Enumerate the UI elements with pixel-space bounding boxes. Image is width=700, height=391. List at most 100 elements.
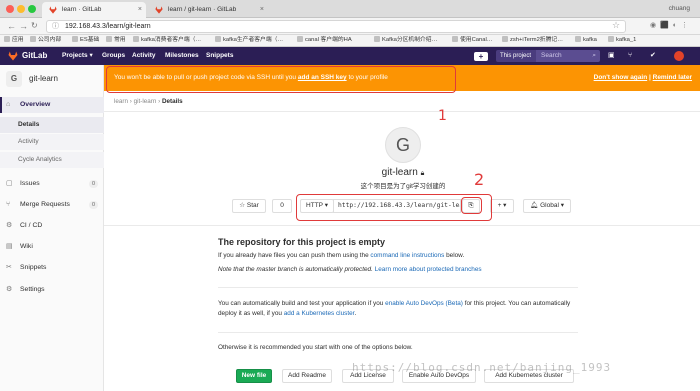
search-input[interactable]: Search ⌕ bbox=[536, 50, 600, 62]
sidebar-item-label: Wiki bbox=[20, 243, 33, 250]
user-avatar[interactable] bbox=[674, 51, 684, 61]
sidebar-item-settings[interactable]: ⚙ Settings bbox=[0, 282, 104, 298]
bookmark-item[interactable]: ES基础 bbox=[72, 35, 99, 46]
gitlab-logo-icon[interactable] bbox=[8, 51, 18, 61]
reload-icon[interactable]: ↻ bbox=[31, 20, 38, 32]
page-icon bbox=[575, 36, 581, 42]
scissors-icon: ✂ bbox=[6, 264, 12, 271]
bookmark-item[interactable]: Kafka分区机制介绍… bbox=[374, 35, 437, 46]
sidebar-project-header[interactable]: Ggit-learn bbox=[6, 71, 58, 87]
lock-icon: 🔒︎ bbox=[420, 170, 425, 177]
search-placeholder: Search bbox=[541, 52, 562, 59]
back-icon[interactable]: ← bbox=[7, 20, 16, 32]
add-dropdown[interactable]: + ▾ bbox=[490, 199, 514, 213]
sidebar-subitem-cycle-analytics[interactable]: Cycle Analytics bbox=[0, 152, 104, 168]
bookmark-item[interactable]: 应用 bbox=[4, 35, 24, 46]
protected-branches-link[interactable]: Learn more about protected branches bbox=[375, 266, 482, 273]
add-readme-button[interactable]: Add Readme bbox=[282, 369, 332, 383]
sidebar-subitem-activity[interactable]: Activity bbox=[0, 134, 104, 150]
bookmark-item[interactable]: kafka生产者客户端（… bbox=[215, 35, 283, 46]
issues-icon[interactable]: ▣ bbox=[608, 47, 615, 65]
sidebar-item-overview[interactable]: ⌂ Overview bbox=[0, 97, 104, 113]
bookmarks-bar: 应用 公司内部 ES基础 常用 kafka消费者客户端（… kafka生产者客户… bbox=[0, 35, 700, 47]
sidebar-item-snippets[interactable]: ✂ Snippets bbox=[0, 260, 104, 276]
extension-icons[interactable]: ◉⬛◐⋮ bbox=[650, 21, 692, 29]
new-file-button[interactable]: New file bbox=[236, 369, 272, 383]
sidebar-item-ci-cd[interactable]: ⚙ CI / CD bbox=[0, 218, 104, 234]
nav-activity[interactable]: Activity bbox=[132, 47, 155, 65]
star-button[interactable]: ☆ Star bbox=[232, 199, 266, 213]
add-kubernetes-cluster-link[interactable]: add a Kubernetes cluster bbox=[284, 310, 355, 317]
bookmark-item[interactable]: kafka消费者客户端（… bbox=[133, 35, 201, 46]
close-tab-icon[interactable]: × bbox=[260, 2, 264, 18]
forward-icon[interactable]: → bbox=[19, 20, 28, 32]
watermark: https://blog.csdn.net/banjing_1993 bbox=[352, 361, 612, 374]
empty-repo-paragraph: If you already have files you can push t… bbox=[218, 252, 465, 259]
command-line-instructions-link[interactable]: command line instructions bbox=[370, 252, 444, 259]
annotation-box-copy bbox=[461, 197, 482, 214]
address-bar-row: ← → ↻ ⓘ 192.168.43.3/learn/git-learn ☆ ◉… bbox=[0, 18, 700, 35]
url-input[interactable]: ⓘ 192.168.43.3/learn/git-learn bbox=[46, 20, 626, 33]
notification-level-dropdown[interactable]: 🔔︎ Global ▾ bbox=[523, 199, 571, 213]
divider bbox=[218, 332, 578, 333]
notification-label: Global bbox=[540, 202, 559, 209]
breadcrumb-details: Details bbox=[161, 98, 183, 105]
page-icon bbox=[452, 36, 458, 42]
sidebar-subitem-details[interactable]: Details bbox=[0, 117, 104, 133]
gitlab-favicon-icon bbox=[155, 6, 163, 14]
gitlab-top-nav: GitLab Projects ▾ Groups Activity Milest… bbox=[0, 47, 700, 65]
home-icon: ⌂ bbox=[6, 101, 11, 108]
book-icon: ▤ bbox=[6, 243, 13, 250]
sidebar-item-merge-requests[interactable]: ⑂ Merge Requests 0 bbox=[0, 197, 104, 213]
issues-icon: ▢ bbox=[6, 180, 13, 187]
dont-show-again-link[interactable]: Don't show again bbox=[594, 74, 648, 81]
merge-requests-count: 0 bbox=[88, 201, 98, 209]
star-count[interactable]: 0 bbox=[272, 199, 292, 213]
search-scope[interactable]: This project bbox=[496, 50, 536, 62]
remind-later-link[interactable]: Remind later bbox=[653, 74, 692, 81]
bookmark-item[interactable]: kafka bbox=[575, 35, 597, 46]
bookmark-star-icon[interactable]: ☆ bbox=[612, 20, 620, 31]
bookmark-item[interactable]: zsh+iTerm2折腾记… bbox=[502, 35, 563, 46]
sidebar-item-wiki[interactable]: ▤ Wiki bbox=[0, 239, 104, 255]
browser-tab-git-learn[interactable]: learn / git-learn · GitLab × bbox=[148, 2, 268, 18]
nav-snippets[interactable]: Snippets bbox=[206, 47, 233, 65]
auto-devops-paragraph: You can automatically build and test you… bbox=[218, 300, 571, 317]
gitlab-brand[interactable]: GitLab bbox=[22, 47, 47, 65]
sidebar-item-label: Merge Requests bbox=[20, 201, 70, 208]
close-tab-icon[interactable]: × bbox=[138, 2, 142, 18]
info-icon[interactable]: ⓘ bbox=[52, 21, 59, 33]
nav-groups[interactable]: Groups bbox=[102, 47, 125, 65]
new-item-plus-icon[interactable]: + bbox=[474, 52, 488, 61]
breadcrumb-learn[interactable]: learn bbox=[114, 98, 128, 105]
caret-down-icon: ▾ bbox=[560, 202, 564, 209]
merge-requests-icon[interactable]: ⑂ bbox=[628, 47, 632, 65]
search-icon: ⌕ bbox=[592, 52, 596, 59]
close-window-icon[interactable] bbox=[6, 5, 14, 13]
options-paragraph: Otherwise it is recommended you start wi… bbox=[218, 344, 413, 351]
breadcrumb-git-learn[interactable]: git-learn bbox=[134, 98, 157, 105]
todos-icon[interactable]: ✔ bbox=[650, 47, 656, 65]
bookmark-item[interactable]: 使用Canal… bbox=[452, 35, 493, 46]
annotation-number: 2 bbox=[474, 170, 485, 189]
enable-auto-devops-link[interactable]: enable Auto DevOps (Beta) bbox=[385, 300, 463, 307]
issues-count: 0 bbox=[88, 180, 98, 188]
nav-projects[interactable]: Projects ▾ bbox=[62, 47, 93, 65]
breadcrumb: learn › git-learn › Details bbox=[114, 98, 183, 105]
annotation-number: 1 bbox=[438, 108, 447, 124]
project-title: git-learn 🔒︎ bbox=[381, 167, 425, 178]
sidebar-item-label: Overview bbox=[20, 101, 51, 108]
bookmark-item[interactable]: kafka_1 bbox=[608, 35, 636, 46]
bookmark-item[interactable]: canal 客户端的HA bbox=[297, 35, 352, 46]
browser-tab-learn[interactable]: learn · GitLab × bbox=[42, 2, 146, 18]
merge-request-icon: ⑂ bbox=[6, 201, 11, 208]
divider bbox=[104, 111, 700, 112]
maximize-window-icon[interactable] bbox=[28, 5, 36, 13]
sidebar-item-issues[interactable]: ▢ Issues 0 bbox=[0, 176, 104, 192]
divider bbox=[218, 287, 578, 288]
minimize-window-icon[interactable] bbox=[17, 5, 25, 13]
nav-milestones[interactable]: Milestones bbox=[165, 47, 199, 65]
bookmark-item[interactable]: 常用 bbox=[106, 35, 126, 46]
bookmark-item[interactable]: 公司内部 bbox=[30, 35, 61, 46]
browser-user[interactable]: chuang bbox=[669, 2, 690, 16]
